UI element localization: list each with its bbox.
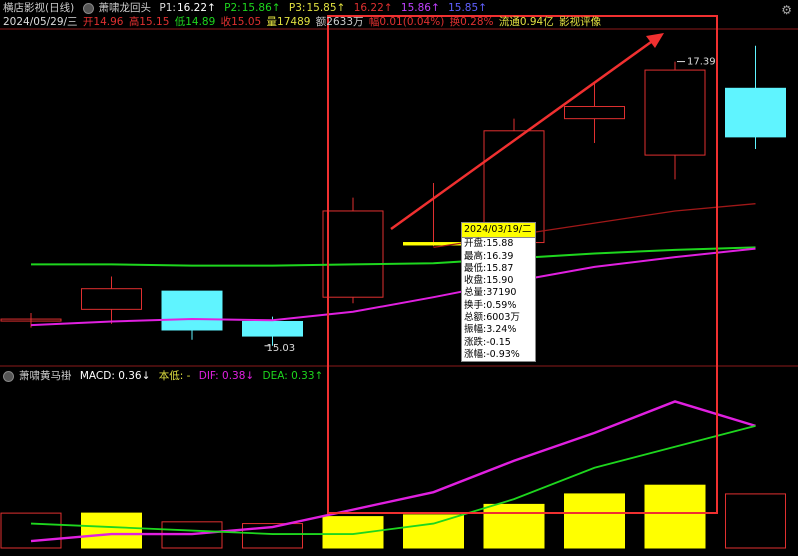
macd-dea: DEA: 0.33↑: [262, 370, 324, 382]
value-5: 15.86↑: [400, 2, 440, 14]
quote-date: 2024/05/29/三: [3, 16, 78, 28]
tooltip-row: 最高:16.39: [464, 250, 514, 262]
macd-bar: [483, 503, 545, 549]
quote-sector: 影视评像: [559, 16, 602, 28]
quote-open: 开14.96: [82, 16, 124, 28]
quote-volume: 量17489: [266, 16, 311, 28]
indicator-header: 横店影视(日线) 萧啸龙回头 P1:16.22↑ P2:15.86↑ P3:15…: [3, 2, 492, 15]
p1-value: 16.22↑: [176, 2, 216, 14]
macd-bar: [403, 514, 464, 549]
candle-body: [161, 290, 223, 331]
candle-body: [725, 87, 786, 138]
tooltip-row: 总额:6003万: [464, 312, 520, 324]
macd-base: 本低: -: [158, 370, 191, 382]
quote-high: 高15.15: [128, 16, 170, 28]
tooltip-row: 涨幅:-0.93%: [464, 348, 520, 360]
value-4: 16.22↑: [353, 2, 393, 14]
tooltip-row: 收盘:15.90: [464, 275, 514, 287]
tooltip-row: 涨跌:-0.15: [464, 336, 511, 348]
quote-line: 2024/05/29/三 开14.96 高15.15 低14.89 收15.05…: [3, 16, 606, 29]
tooltip-row: 最低:15.87: [464, 262, 514, 274]
quote-close: 收15.05: [220, 16, 262, 28]
low-price-label: 15.03: [267, 343, 296, 354]
tooltip-row: 开盘:15.88: [464, 238, 514, 250]
macd-dif: DIF: 0.38↓: [198, 370, 255, 382]
tooltip-row: 换手:0.59%: [464, 299, 517, 311]
gear-icon[interactable]: ⚙: [781, 3, 792, 17]
quote-turnover: 换0.28%: [449, 16, 494, 28]
ohlc-tooltip: 2024/03/19/二 开盘:15.88 最高:16.39 最低:15.87 …: [461, 222, 536, 363]
tooltip-row: 振幅:3.24%: [464, 324, 517, 336]
candle-body: [242, 320, 303, 337]
stock-title[interactable]: 横店影视(日线): [3, 2, 74, 14]
value-6: 15.85↑: [448, 2, 487, 14]
macd-name[interactable]: 萧啸黄马褂: [19, 370, 72, 382]
indicator-name[interactable]: 萧啸龙回头: [99, 2, 152, 14]
macd-settings-dot-icon[interactable]: [3, 370, 14, 382]
p2-label: P2:: [224, 2, 241, 14]
p3-label: P3:: [288, 2, 306, 14]
macd-value: MACD: 0.36↓: [79, 370, 151, 382]
settings-dot-icon[interactable]: [82, 2, 94, 14]
macd-bar: [322, 516, 384, 549]
quote-amount: 额2633万: [315, 16, 364, 28]
p2-value: 15.86↑: [241, 2, 281, 14]
macd-bar: [81, 512, 142, 549]
p3-value: 15.85↑: [306, 2, 346, 14]
macd-bar: [564, 493, 625, 549]
high-price-label: 17.39: [687, 57, 716, 68]
tooltip-date: 2024/03/19/二: [462, 223, 535, 239]
macd-header: 萧啸黄马褂 MACD: 0.36↓ 本低: - DIF: 0.38↓ DEA: …: [3, 370, 328, 383]
quote-amplitude: 幅0.01(0.04%): [368, 16, 445, 28]
p1-label: P1:: [159, 2, 176, 14]
macd-bar: [644, 484, 706, 549]
quote-float: 流通0.94亿: [498, 16, 554, 28]
tooltip-row: 总量:37190: [464, 287, 517, 299]
quote-low: 低14.89: [174, 16, 216, 28]
chart-stage: 17.39 15.03: [0, 0, 798, 556]
